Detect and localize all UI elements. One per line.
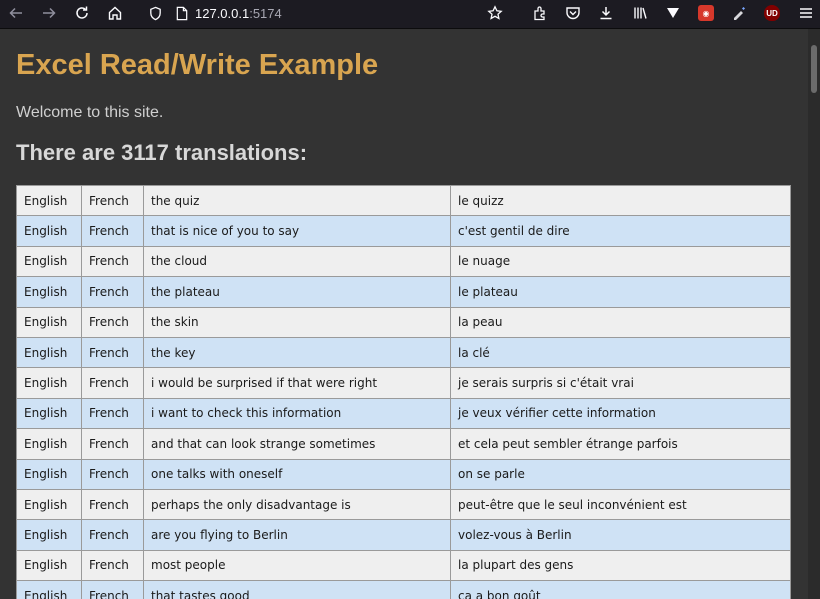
source-language-cell: English xyxy=(16,519,82,551)
ublock-icon[interactable]: UD xyxy=(761,2,783,24)
source-text-cell: perhaps the only disadvantage is xyxy=(143,488,451,521)
source-text-cell: the skin xyxy=(143,306,451,338)
vpn-extension-icon[interactable] xyxy=(662,2,684,24)
forward-icon[interactable] xyxy=(38,2,60,24)
source-language-cell: English xyxy=(16,306,82,338)
page-title: Excel Read/Write Example xyxy=(16,49,379,81)
target-language-cell: French xyxy=(81,306,144,338)
source-text-cell: the key xyxy=(143,336,451,369)
source-language-cell: English xyxy=(16,245,82,278)
table-row: English French that tastes good ça a bon go… xyxy=(16,580,791,599)
scrollbar-thumb[interactable] xyxy=(811,45,817,93)
welcome-text: Welcome to this site. xyxy=(16,104,164,121)
table-row: English French the cloud le nuage xyxy=(16,245,791,278)
translation-text-cell: ça a bon goût xyxy=(450,580,791,599)
url-text[interactable]: 127.0.0.1:5174 xyxy=(195,6,282,21)
table-row: English French one talks with oneself on se… xyxy=(16,458,791,490)
source-language-cell: English xyxy=(16,549,82,582)
translation-text-cell: la plupart des gens xyxy=(450,549,791,582)
source-language-cell: English xyxy=(16,215,82,247)
table-row: English French most people la plupart des g… xyxy=(16,549,791,582)
table-row: English French that is nice of you to say c… xyxy=(16,215,791,247)
table-row: English French are you flying to Berlin vol… xyxy=(16,519,791,551)
target-language-cell: French xyxy=(81,549,144,582)
url-host: 127.0.0.1 xyxy=(195,5,250,21)
color-picker-icon[interactable] xyxy=(728,2,750,24)
back-icon[interactable] xyxy=(5,2,27,24)
source-text-cell: the plateau xyxy=(143,276,451,308)
target-language-cell: French xyxy=(81,458,144,490)
table-row: English French the quiz le quizz xyxy=(16,184,791,217)
table-row: English French the skin la peau xyxy=(16,306,791,338)
library-icon[interactable] xyxy=(629,2,651,24)
source-text-cell: that tastes good xyxy=(143,580,451,599)
pocket-icon[interactable] xyxy=(562,2,584,24)
extensions-icon[interactable] xyxy=(529,2,551,24)
source-language-cell: English xyxy=(16,580,82,599)
target-language-cell: French xyxy=(81,184,144,217)
translation-text-cell: c'est gentil de dire xyxy=(450,215,791,247)
url-bar[interactable]: 127.0.0.1:5174 xyxy=(148,2,478,24)
source-language-cell: English xyxy=(16,488,82,521)
browser-toolbar: 127.0.0.1:5174 ◉ UD xyxy=(0,0,820,29)
target-language-cell: French xyxy=(81,245,144,278)
translation-text-cell: je serais surpris si c'était vrai xyxy=(450,367,791,399)
translation-text-cell: la clé xyxy=(450,336,791,369)
source-text-cell: that is nice of you to say xyxy=(143,215,451,247)
translation-text-cell: la peau xyxy=(450,306,791,338)
target-language-cell: French xyxy=(81,336,144,369)
page-content: Excel Read/Write Example Welcome to this… xyxy=(0,29,808,599)
translations-table: English French the quiz le quizz English Fren… xyxy=(16,184,791,599)
target-language-cell: French xyxy=(81,367,144,399)
translation-text-cell: et cela peut sembler étrange parfois xyxy=(450,428,791,460)
table-row: English French the key la clé xyxy=(16,336,791,369)
source-language-cell: English xyxy=(16,367,82,399)
table-row: English French i want to check this inform… xyxy=(16,397,791,430)
source-text-cell: and that can look strange sometimes xyxy=(143,428,451,460)
source-language-cell: English xyxy=(16,276,82,308)
translation-text-cell: le plateau xyxy=(450,276,791,308)
translation-text-cell: je veux vérifier cette information xyxy=(450,397,791,430)
source-language-cell: English xyxy=(16,184,82,217)
translation-text-cell: volez-vous à Berlin xyxy=(450,519,791,551)
target-language-cell: French xyxy=(81,215,144,247)
source-text-cell: the quiz xyxy=(143,184,451,217)
table-row: English French and that can look strange s… xyxy=(16,428,791,460)
source-text-cell: i would be surprised if that were right xyxy=(143,367,451,399)
downloads-icon[interactable] xyxy=(595,2,617,24)
target-language-cell: French xyxy=(81,276,144,308)
url-port: :5174 xyxy=(249,5,282,21)
source-language-cell: English xyxy=(16,458,82,490)
reload-icon[interactable] xyxy=(71,2,93,24)
vertical-scrollbar[interactable] xyxy=(808,29,820,599)
shield-icon[interactable] xyxy=(148,6,163,21)
source-text-cell: are you flying to Berlin xyxy=(143,519,451,551)
red-extension-icon[interactable]: ◉ xyxy=(695,2,717,24)
target-language-cell: French xyxy=(81,519,144,551)
source-text-cell: most people xyxy=(143,549,451,582)
target-language-cell: French xyxy=(81,488,144,521)
translation-text-cell: peut-être que le seul inconvénient est xyxy=(450,488,791,521)
translation-text-cell: le nuage xyxy=(450,245,791,278)
translation-count-heading: There are 3117 translations: xyxy=(16,140,308,165)
menu-icon[interactable] xyxy=(795,2,817,24)
source-language-cell: English xyxy=(16,397,82,430)
table-row: English French perhaps the only disadvanta… xyxy=(16,488,791,521)
source-text-cell: the cloud xyxy=(143,245,451,278)
target-language-cell: French xyxy=(81,580,144,599)
source-text-cell: one talks with oneself xyxy=(143,458,451,490)
target-language-cell: French xyxy=(81,397,144,430)
page-icon[interactable] xyxy=(175,6,189,21)
target-language-cell: French xyxy=(81,428,144,460)
source-language-cell: English xyxy=(16,336,82,369)
table-row: English French i would be surprised if tha… xyxy=(16,367,791,399)
source-text-cell: i want to check this information xyxy=(143,397,451,430)
table-row: English French the plateau le plateau xyxy=(16,276,791,308)
translation-text-cell: on se parle xyxy=(450,458,791,490)
translation-text-cell: le quizz xyxy=(450,184,791,217)
bookmark-star-icon[interactable] xyxy=(484,2,506,24)
source-language-cell: English xyxy=(16,428,82,460)
home-icon[interactable] xyxy=(104,2,126,24)
